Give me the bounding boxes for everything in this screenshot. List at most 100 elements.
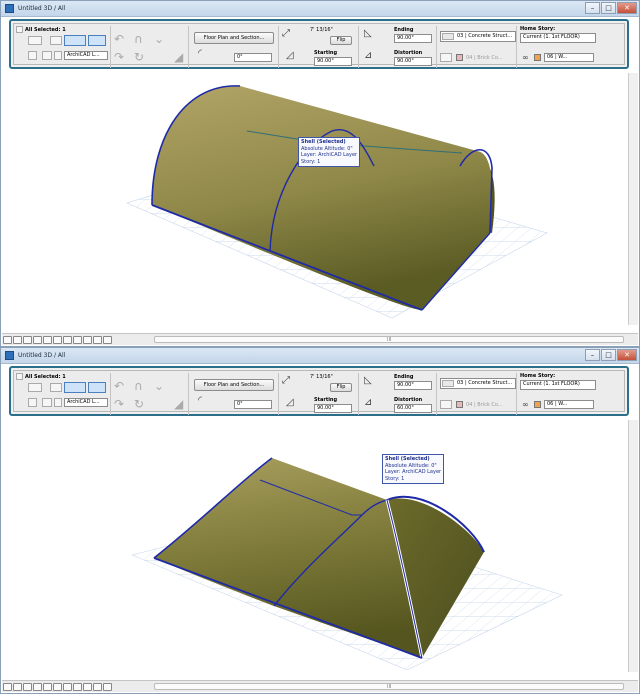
- vertical-scrollbar[interactable]: [628, 73, 638, 325]
- layer-select[interactable]: ArchiCAD L...: [64, 51, 108, 60]
- scroll-grip[interactable]: III: [387, 684, 391, 690]
- vertical-scrollbar[interactable]: [628, 420, 638, 672]
- minimize-button[interactable]: –: [585, 1, 600, 14]
- ending-field[interactable]: 90.00°: [394, 381, 432, 390]
- distortion-field[interactable]: 90.00°: [394, 57, 432, 66]
- 3d-viewport[interactable]: Shell (Selected) Absolute Altitude: 0" L…: [2, 420, 628, 671]
- previous-view-icon[interactable]: [33, 335, 42, 344]
- floor-plan-section-button[interactable]: Floor Plan and Section...: [194, 32, 274, 44]
- zoom-out-icon[interactable]: [13, 335, 22, 344]
- material-select[interactable]: 04 | Brick Co...: [466, 55, 503, 61]
- mirror-icon[interactable]: ↷: [114, 397, 124, 411]
- close-button[interactable]: ✕: [617, 1, 637, 14]
- starting-field[interactable]: 90.00°: [314, 404, 352, 413]
- cross-icon[interactable]: [28, 398, 37, 407]
- zoom-out-icon[interactable]: [13, 682, 22, 691]
- minimize-button[interactable]: –: [585, 348, 600, 361]
- close-infobox-icon[interactable]: [16, 373, 23, 380]
- layer-select[interactable]: ArchiCAD L...: [64, 398, 108, 407]
- shell-model-view[interactable]: [2, 73, 628, 323]
- close-button[interactable]: ✕: [617, 348, 637, 361]
- app-icon: [5, 351, 14, 360]
- layer-icon: [54, 398, 62, 407]
- extrude-icon[interactable]: ◢: [174, 50, 183, 64]
- maximize-button[interactable]: □: [601, 348, 616, 361]
- pen-icon[interactable]: [440, 53, 452, 62]
- link-icon[interactable]: ∞: [522, 53, 529, 62]
- rotation-icon[interactable]: [50, 36, 62, 45]
- rotate-icon[interactable]: ↶: [114, 32, 124, 46]
- eye-icon[interactable]: [42, 398, 52, 407]
- zoom-icon[interactable]: [43, 335, 52, 344]
- explore-icon[interactable]: [73, 682, 82, 691]
- drape-icon[interactable]: ⌄: [154, 379, 164, 393]
- pan-icon[interactable]: [53, 682, 62, 691]
- geometry-method-icon[interactable]: [28, 36, 42, 45]
- revolve-icon[interactable]: ↻: [134, 50, 144, 64]
- view-options-icon[interactable]: [103, 682, 112, 691]
- orbit-icon[interactable]: [63, 682, 72, 691]
- mirror-icon[interactable]: ↷: [114, 50, 124, 64]
- surface-select[interactable]: 06 | W...: [544, 400, 594, 409]
- thickness-value[interactable]: 7' 13/16": [310, 27, 333, 33]
- cross-icon[interactable]: [28, 51, 37, 60]
- floor-plan-section-button[interactable]: Floor Plan and Section...: [194, 379, 274, 391]
- shell-model-view[interactable]: [2, 420, 628, 671]
- shell-shape-icon[interactable]: [88, 382, 106, 393]
- distortion-field[interactable]: 60.00°: [394, 404, 432, 413]
- zoom-in-icon[interactable]: [3, 682, 12, 691]
- drape-icon[interactable]: ⌄: [154, 32, 164, 46]
- angle-field[interactable]: 0°: [234, 400, 272, 409]
- rotation-icon[interactable]: [50, 383, 62, 392]
- scroll-grip[interactable]: III: [387, 337, 391, 343]
- view-options-icon[interactable]: [103, 335, 112, 344]
- maximize-button[interactable]: □: [601, 1, 616, 14]
- flip-button[interactable]: Flip: [330, 383, 352, 392]
- pointer-icon[interactable]: [64, 35, 86, 46]
- shell-surface: [154, 458, 422, 658]
- angle-field[interactable]: 0°: [234, 53, 272, 62]
- material-select[interactable]: 04 | Brick Co...: [466, 402, 503, 408]
- ending-field[interactable]: 90.00°: [394, 34, 432, 43]
- fit-window-icon[interactable]: [23, 335, 32, 344]
- rotate-icon[interactable]: ↶: [114, 379, 124, 393]
- camera-icon[interactable]: [93, 335, 102, 344]
- material-swatch: [456, 54, 463, 61]
- window-title: Untitled 3D / All: [18, 352, 66, 359]
- shell-shape-icon[interactable]: [88, 35, 106, 46]
- arch-icon[interactable]: ∩: [134, 32, 143, 46]
- horizontal-scrollbar[interactable]: III: [154, 336, 624, 343]
- link-icon[interactable]: ∞: [522, 400, 529, 409]
- flip-button[interactable]: Flip: [330, 36, 352, 45]
- extrude-icon[interactable]: ◢: [174, 397, 183, 411]
- starting-label: Starting: [314, 50, 338, 56]
- starting-field[interactable]: 90.00°: [314, 57, 352, 66]
- surface-select[interactable]: 06 | W...: [544, 53, 594, 62]
- fit-window-icon[interactable]: [23, 682, 32, 691]
- orbit-icon[interactable]: [63, 335, 72, 344]
- walk-icon[interactable]: [83, 335, 92, 344]
- eye-icon[interactable]: [42, 51, 52, 60]
- pointer-icon[interactable]: [64, 382, 86, 393]
- pan-icon[interactable]: [53, 335, 62, 344]
- previous-view-icon[interactable]: [33, 682, 42, 691]
- tooltip-story: Story: 1: [385, 475, 405, 482]
- close-infobox-icon[interactable]: [16, 26, 23, 33]
- thickness-value[interactable]: 7' 13/16": [310, 374, 333, 380]
- walk-icon[interactable]: [83, 682, 92, 691]
- distortion-label: Distortion: [394, 50, 423, 56]
- info-box: All Selected: 1 ArchiCAD L... ↶ ∩ ⌄ ↷ ↻ …: [9, 19, 629, 69]
- 3d-viewport[interactable]: Shell (Selected) Absolute Altitude: 0" L…: [2, 73, 628, 323]
- home-story-select[interactable]: Current (1. 1st FLOOR): [520, 33, 596, 43]
- arch-icon[interactable]: ∩: [134, 379, 143, 393]
- geometry-method-icon[interactable]: [28, 383, 42, 392]
- revolve-icon[interactable]: ↻: [134, 397, 144, 411]
- zoom-in-icon[interactable]: [3, 335, 12, 344]
- pen-icon[interactable]: [440, 400, 452, 409]
- thickness-icon: ⤢: [282, 28, 290, 39]
- horizontal-scrollbar[interactable]: III: [154, 683, 624, 690]
- explore-icon[interactable]: [73, 335, 82, 344]
- camera-icon[interactable]: [93, 682, 102, 691]
- zoom-icon[interactable]: [43, 682, 52, 691]
- home-story-select[interactable]: Current (1. 1st FLOOR): [520, 380, 596, 390]
